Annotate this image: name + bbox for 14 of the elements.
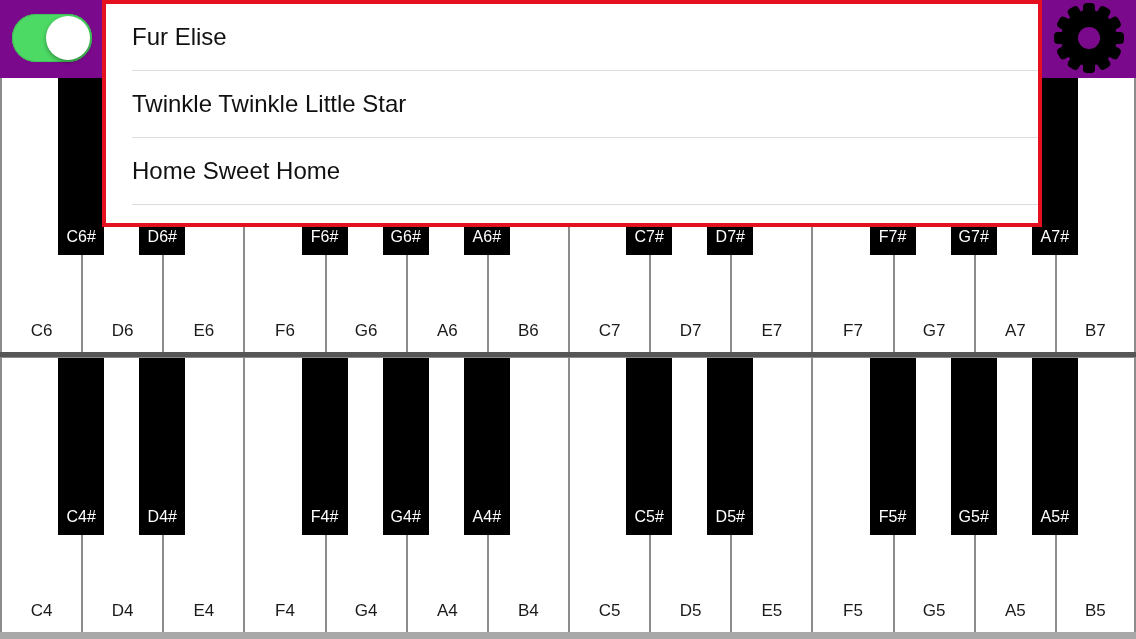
sharp-key[interactable]: C5#	[626, 358, 673, 535]
sharp-key[interactable]: D5#	[707, 358, 754, 535]
sharp-key[interactable]: F4#	[301, 358, 348, 535]
sharp-key[interactable]: G4#	[382, 358, 429, 535]
sharp-key[interactable]: A5#	[1031, 358, 1078, 535]
piano-key[interactable]: B5	[1054, 535, 1136, 632]
piano-key[interactable]: B7	[1054, 255, 1136, 352]
sharp-key[interactable]: A4#	[463, 358, 510, 535]
sharp-key[interactable]: C6#	[58, 78, 105, 255]
sharp-key[interactable]: C4#	[58, 358, 105, 535]
sharp-key[interactable]: D4#	[139, 358, 186, 535]
sharp-key[interactable]: G5#	[950, 358, 997, 535]
toggle-switch[interactable]	[12, 14, 92, 62]
sharp-key[interactable]: F5#	[869, 358, 916, 535]
